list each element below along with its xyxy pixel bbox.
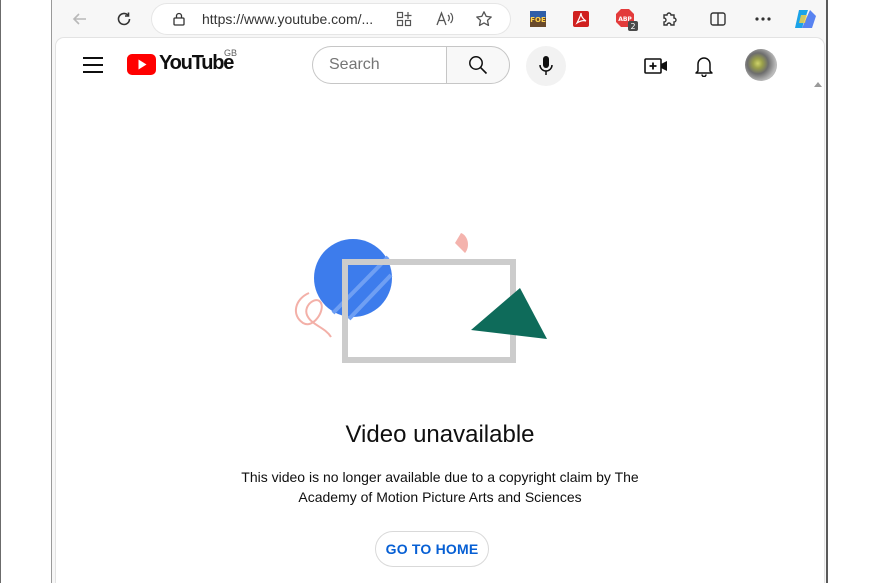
guide-menu-button[interactable]: [83, 57, 103, 78]
back-arrow-icon: [72, 13, 86, 25]
address-bar[interactable]: https://www.youtube.com/...: [152, 4, 510, 34]
video-unavailable-illustration: [294, 233, 547, 363]
browser-window: https://www.youtube.com/... FOE ABP 2 Yo…: [51, 0, 826, 583]
page-viewport: YouTube GB Video unavailable: [56, 38, 824, 583]
puzzle-piece-icon: [663, 12, 677, 26]
extension-badge-count: 2: [630, 22, 635, 31]
copilot-button[interactable]: [790, 6, 818, 32]
favorite-star-icon[interactable]: [475, 10, 493, 28]
back-button[interactable]: [66, 6, 94, 32]
extension-button-adblock[interactable]: ABP 2: [612, 6, 640, 32]
error-message: This video is no longer available due to…: [220, 467, 660, 507]
search-box: [312, 46, 446, 84]
scrollbar-up-arrow[interactable]: [814, 82, 822, 87]
extension-button-foe[interactable]: FOE: [524, 6, 552, 32]
hamburger-line: [83, 71, 103, 73]
address-url: https://www.youtube.com/...: [202, 11, 374, 27]
video-camera-plus-icon: [644, 58, 667, 74]
hamburger-line: [83, 64, 103, 66]
refresh-icon: [117, 12, 131, 26]
youtube-wordmark: YouTube: [159, 52, 234, 74]
extension-button-acrobat[interactable]: [567, 6, 595, 32]
read-aloud-icon[interactable]: [436, 11, 454, 27]
lock-icon: [173, 12, 185, 26]
window-edge-left: [0, 0, 1, 583]
youtube-home-logo[interactable]: YouTube GB: [127, 48, 247, 77]
split-screen-button[interactable]: [704, 6, 732, 32]
error-title: Video unavailable: [345, 421, 535, 448]
microphone-icon: [539, 56, 553, 75]
region-code: GB: [224, 48, 238, 58]
search-input[interactable]: [329, 56, 439, 74]
go-to-home-button[interactable]: GO TO HOME: [375, 531, 489, 567]
voice-search-button[interactable]: [526, 46, 566, 86]
user-avatar[interactable]: [745, 49, 777, 81]
youtube-play-logo-icon: [127, 54, 156, 75]
hamburger-menu-icon: [83, 57, 103, 59]
blue-circle-shape: [314, 239, 392, 317]
green-triangle-shape: [471, 288, 547, 339]
app-available-icon[interactable]: [396, 11, 412, 27]
notifications-button[interactable]: [686, 48, 722, 84]
search-button[interactable]: [446, 46, 510, 84]
split-screen-icon: [710, 12, 726, 26]
error-message-line: Academy of Motion Picture Arts and Scien…: [298, 489, 582, 505]
bell-icon: [695, 57, 713, 77]
svg-text:FOE: FOE: [530, 16, 546, 24]
adblock-plus-icon: ABP2: [616, 9, 638, 31]
search-icon: [469, 56, 488, 75]
foe-extension-icon: FOE: [530, 11, 546, 27]
copilot-icon: [795, 10, 816, 28]
more-dots-icon: [755, 17, 771, 21]
error-message-line: This video is no longer available due to…: [241, 469, 639, 485]
window-edge-right: [826, 0, 875, 583]
extensions-button[interactable]: [656, 6, 684, 32]
create-button[interactable]: [638, 48, 674, 84]
pink-half-circle-shape: [455, 233, 468, 253]
browser-toolbar: https://www.youtube.com/... FOE ABP 2: [52, 0, 826, 38]
acrobat-pdf-icon: [573, 11, 589, 27]
refresh-button[interactable]: [110, 6, 138, 32]
settings-more-button[interactable]: [749, 6, 777, 32]
